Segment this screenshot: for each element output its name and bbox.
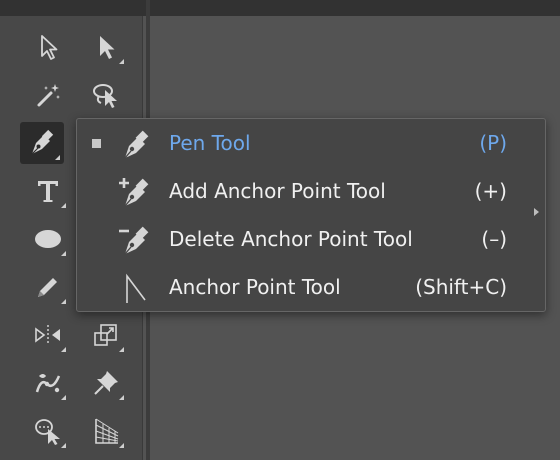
delete-anchor-point-icon bbox=[115, 222, 159, 258]
flyout-item-add-anchor-point-tool[interactable]: Add Anchor Point Tool (+) bbox=[77, 168, 517, 216]
flyout-item-anchor-point-tool[interactable]: Anchor Point Tool (Shift+C) bbox=[77, 264, 517, 312]
flyout-item-label: Anchor Point Tool bbox=[169, 275, 341, 299]
flyout-item-label: Add Anchor Point Tool bbox=[169, 179, 386, 203]
pen-tool[interactable] bbox=[20, 122, 64, 164]
scale-icon bbox=[94, 324, 117, 346]
flyout-item-pen-tool[interactable]: Pen Tool (P) bbox=[77, 120, 517, 168]
flyout-item-shortcut: (Shift+C) bbox=[415, 275, 507, 299]
reflect-icon bbox=[35, 325, 60, 345]
pencil-icon bbox=[38, 278, 57, 297]
scale-tool[interactable] bbox=[84, 314, 128, 356]
tool-group-indicator bbox=[119, 395, 124, 400]
pin-tool[interactable] bbox=[84, 362, 128, 404]
puppet-warp-tool[interactable] bbox=[26, 362, 70, 404]
selection-tool[interactable] bbox=[26, 26, 70, 68]
tool-group-indicator bbox=[61, 203, 66, 208]
type-tool[interactable] bbox=[26, 170, 70, 212]
pen-tool-flyout-menu: Pen Tool (P) Add Anchor Point Tool (+) D… bbox=[76, 118, 546, 312]
tool-group-indicator bbox=[55, 155, 60, 160]
shape-builder-icon bbox=[35, 419, 60, 445]
shape-builder-tool[interactable] bbox=[26, 410, 70, 452]
perspective-grid-tool[interactable] bbox=[84, 410, 128, 452]
tool-group-indicator bbox=[119, 347, 124, 352]
pencil-tool[interactable] bbox=[26, 266, 70, 308]
pin-icon bbox=[94, 371, 118, 395]
add-anchor-point-icon bbox=[115, 174, 159, 210]
reflect-tool[interactable] bbox=[26, 314, 70, 356]
tool-group-indicator bbox=[61, 395, 66, 400]
magic-wand-tool[interactable] bbox=[26, 74, 70, 116]
arrow-outline-icon bbox=[41, 35, 58, 60]
perspective-grid-icon bbox=[95, 418, 119, 444]
tool-group-indicator bbox=[61, 443, 66, 448]
flyout-item-shortcut: (–) bbox=[481, 227, 507, 251]
flyout-item-shortcut: (+) bbox=[474, 179, 507, 203]
pen-icon bbox=[115, 126, 159, 162]
pen-icon bbox=[31, 129, 54, 155]
flyout-item-label: Delete Anchor Point Tool bbox=[169, 227, 413, 251]
tool-group-indicator bbox=[119, 59, 124, 64]
arrow-filled-icon bbox=[100, 36, 115, 59]
flyout-item-label: Pen Tool bbox=[169, 131, 251, 155]
type-icon bbox=[38, 181, 58, 202]
lasso-tool[interactable] bbox=[84, 74, 128, 116]
tool-group-indicator bbox=[61, 347, 66, 352]
ellipse-tool[interactable] bbox=[26, 218, 70, 260]
panel-gutter bbox=[0, 16, 18, 460]
lasso-icon bbox=[93, 84, 117, 108]
magic-wand-icon bbox=[37, 84, 60, 107]
selected-indicator bbox=[92, 139, 101, 148]
ellipse-icon bbox=[35, 230, 61, 248]
puppet-warp-icon bbox=[35, 374, 61, 393]
anchor-point-icon bbox=[115, 270, 159, 306]
flyout-item-shortcut: (P) bbox=[479, 131, 507, 155]
tool-group-indicator bbox=[119, 443, 124, 448]
tool-group-indicator bbox=[61, 299, 66, 304]
flyout-item-delete-anchor-point-tool[interactable]: Delete Anchor Point Tool (–) bbox=[77, 216, 517, 264]
tool-group-indicator bbox=[61, 251, 66, 256]
direct-selection-tool[interactable] bbox=[84, 26, 128, 68]
application-bar bbox=[0, 0, 560, 16]
tear-off-arrow-icon[interactable] bbox=[534, 208, 539, 216]
